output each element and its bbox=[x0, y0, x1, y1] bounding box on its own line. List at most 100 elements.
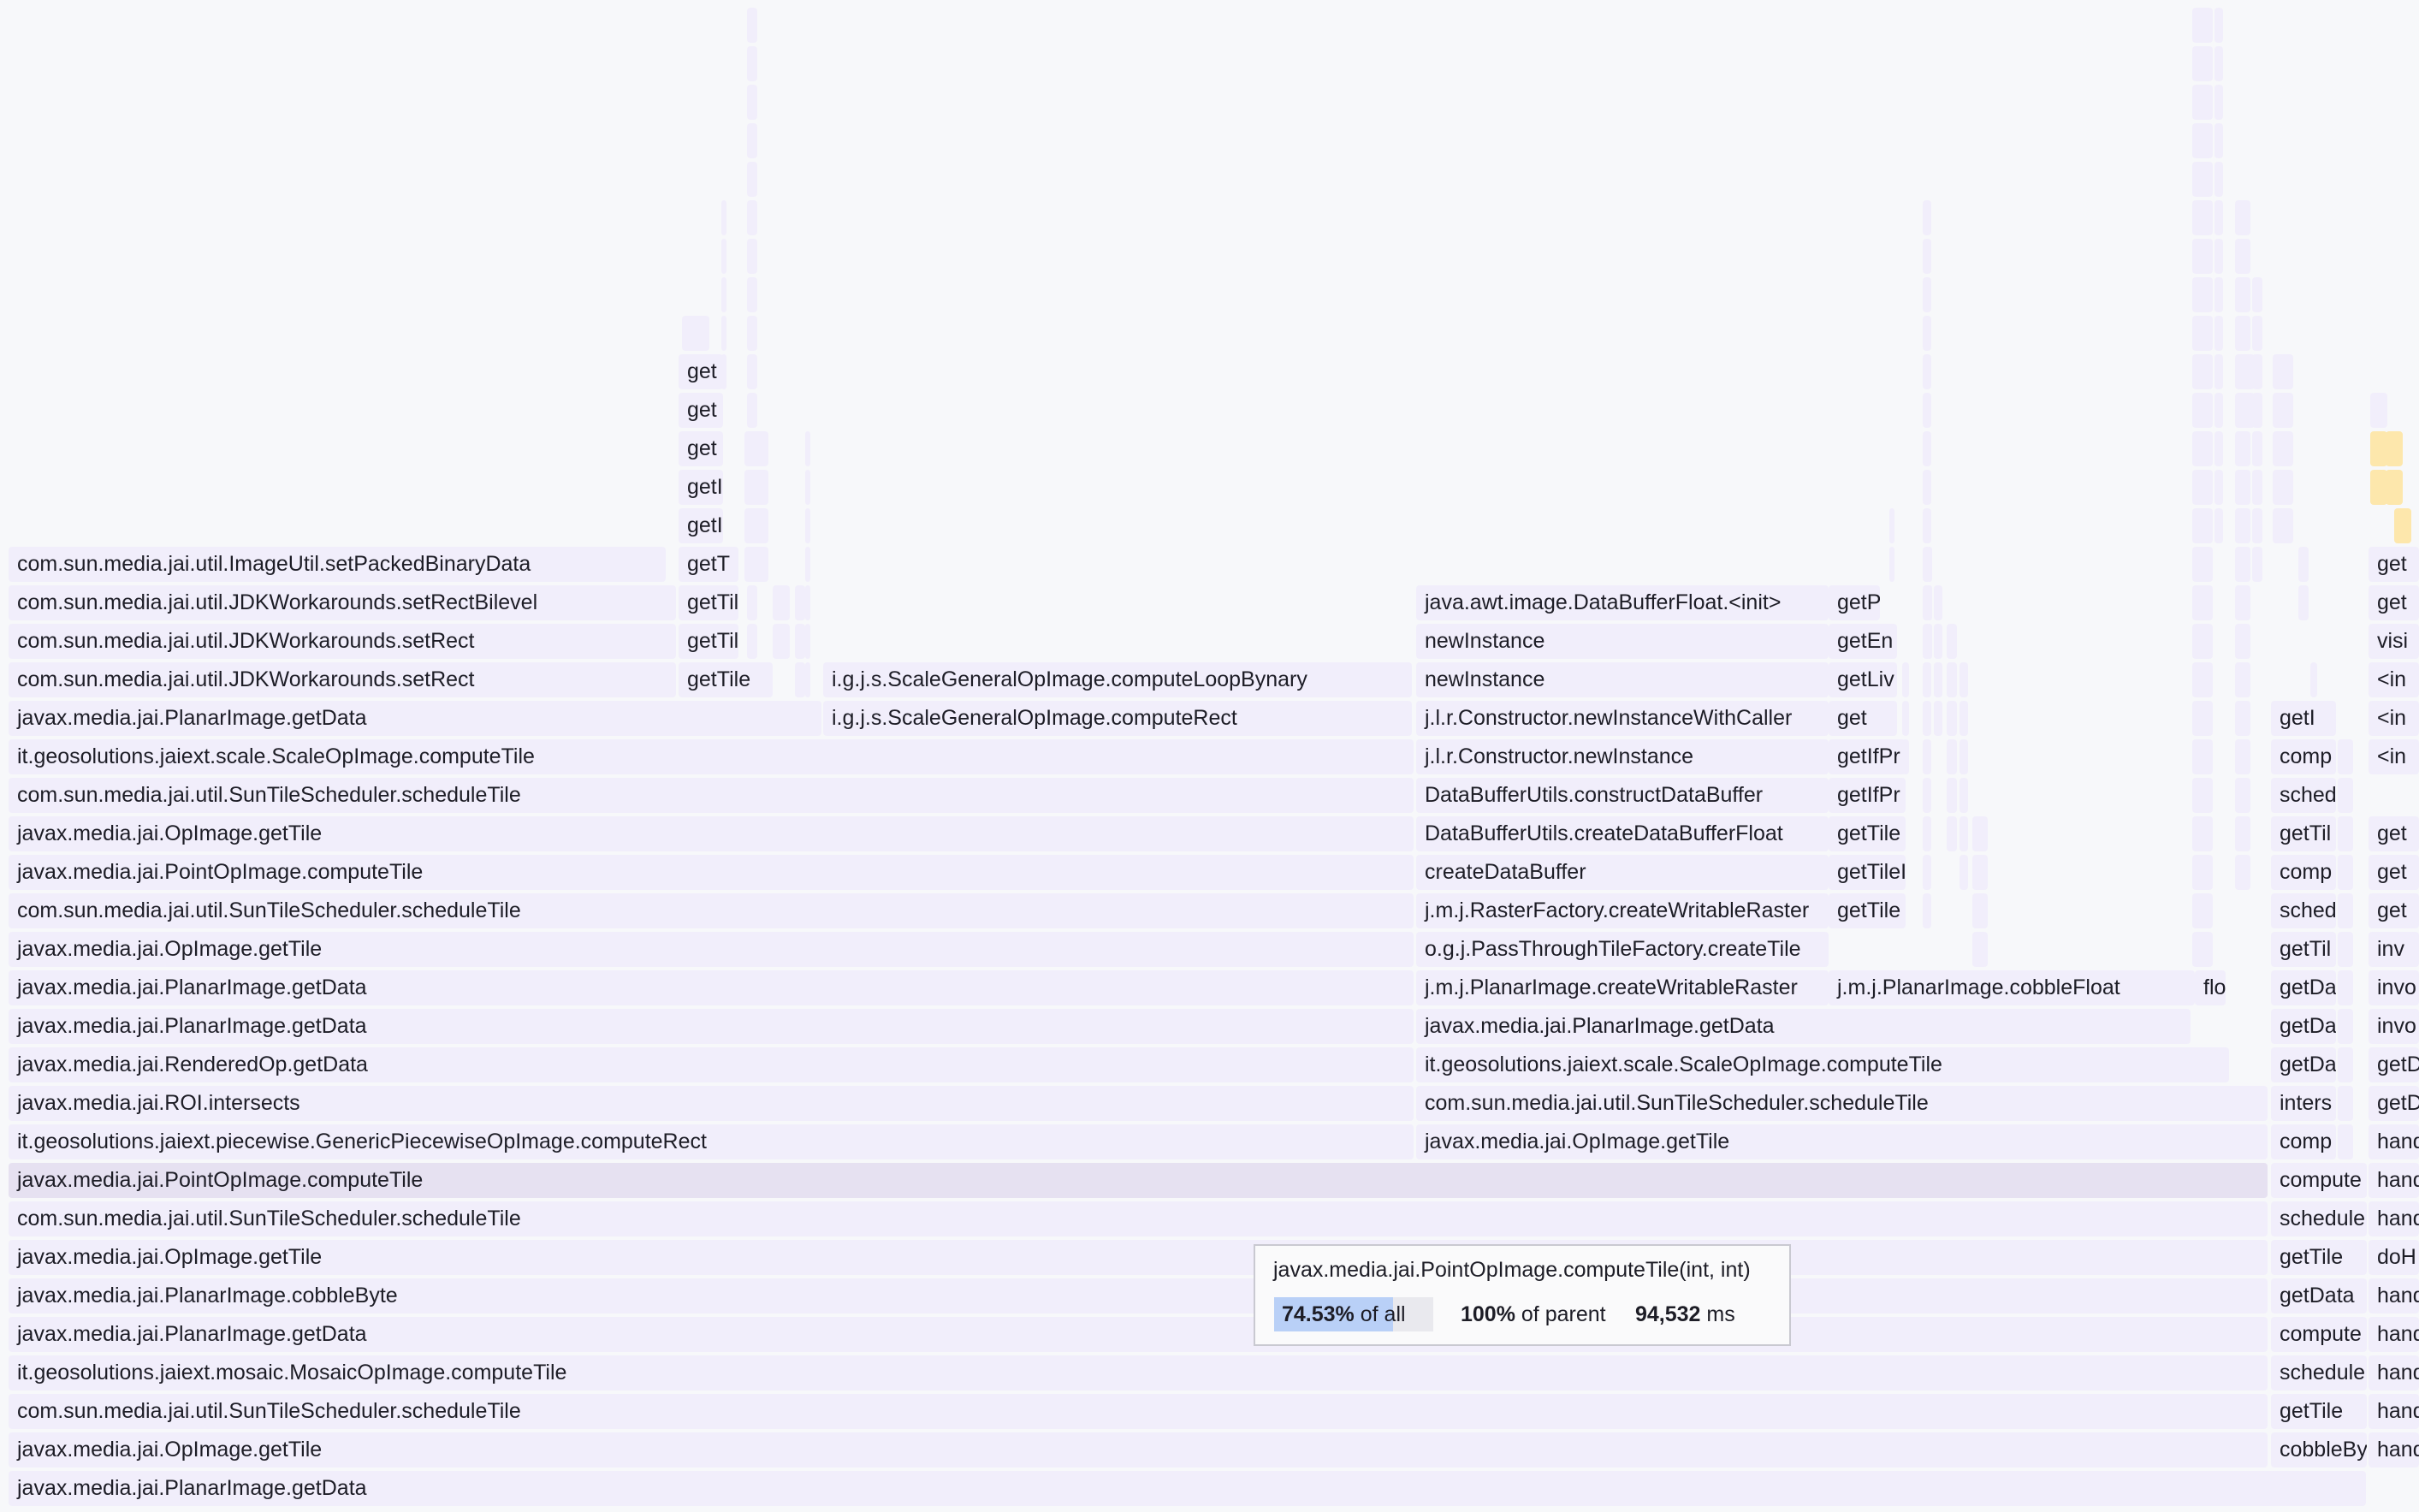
flame-frame[interactable] bbox=[2338, 739, 2353, 774]
flame-frame[interactable] bbox=[1889, 547, 1894, 582]
flame-frame[interactable] bbox=[2214, 393, 2223, 428]
flame-frame[interactable]: javax.media.jai.PlanarImage.getData bbox=[9, 970, 1414, 1005]
flame-frame[interactable]: newInstance bbox=[1416, 662, 1829, 697]
flame-frame[interactable]: visi bbox=[2369, 624, 2419, 659]
flame-frame[interactable] bbox=[2192, 893, 2213, 928]
flame-frame[interactable] bbox=[747, 354, 757, 389]
flame-frame[interactable]: get bbox=[2369, 585, 2419, 620]
flame-frame[interactable]: getIfPr bbox=[1829, 778, 1906, 813]
flame-frame[interactable]: compute bbox=[2271, 1163, 2367, 1198]
flame-frame[interactable]: com.sun.media.jai.util.SunTileScheduler.… bbox=[1416, 1086, 2268, 1121]
flame-frame[interactable] bbox=[744, 547, 768, 582]
flame-frame[interactable]: hand bbox=[2369, 1163, 2419, 1198]
flame-frame[interactable] bbox=[2235, 200, 2250, 235]
flame-frame[interactable] bbox=[2338, 970, 2353, 1005]
flame-frame[interactable]: javax.media.jai.PlanarImage.getData bbox=[9, 1471, 2366, 1506]
flame-frame[interactable] bbox=[1934, 624, 1942, 659]
flame-frame[interactable] bbox=[1960, 701, 1968, 736]
flame-frame[interactable] bbox=[2192, 778, 2213, 813]
flame-frame[interactable] bbox=[2214, 46, 2223, 81]
flame-frame[interactable] bbox=[2214, 162, 2223, 197]
flame-frame[interactable]: hand bbox=[2369, 1394, 2419, 1429]
flame-frame[interactable]: inters bbox=[2271, 1086, 2336, 1121]
flame-frame[interactable]: java.awt.image.DataBufferFloat.<init> bbox=[1416, 585, 1829, 620]
flame-frame[interactable] bbox=[2192, 508, 2213, 543]
flame-frame[interactable]: comp bbox=[2271, 1124, 2336, 1159]
flame-frame[interactable]: comp bbox=[2271, 855, 2336, 890]
flame-frame[interactable] bbox=[1927, 547, 1932, 582]
flame-frame[interactable] bbox=[805, 585, 810, 620]
flame-frame[interactable] bbox=[2214, 431, 2223, 466]
flame-frame[interactable] bbox=[1902, 701, 1909, 736]
flame-frame[interactable]: com.sun.media.jai.util.ImageUtil.setPack… bbox=[9, 547, 666, 582]
flame-frame[interactable] bbox=[747, 123, 757, 158]
flame-frame[interactable] bbox=[2252, 431, 2262, 466]
flame-frame[interactable] bbox=[1960, 778, 1968, 813]
flame-frame[interactable] bbox=[2192, 316, 2213, 351]
flame-frame[interactable] bbox=[1923, 816, 1931, 851]
flame-frame[interactable] bbox=[1947, 662, 1957, 697]
flame-frame[interactable]: com.sun.media.jai.util.JDKWorkarounds.se… bbox=[9, 624, 676, 659]
flame-frame[interactable]: sched bbox=[2271, 893, 2336, 928]
flame-frame[interactable] bbox=[2235, 701, 2250, 736]
flame-frame[interactable] bbox=[2235, 624, 2250, 659]
flame-frame[interactable] bbox=[805, 431, 810, 466]
flame-frame[interactable] bbox=[2192, 662, 2213, 697]
flame-frame[interactable] bbox=[2192, 855, 2213, 890]
flame-frame[interactable] bbox=[773, 624, 790, 659]
flame-frame[interactable] bbox=[2273, 470, 2293, 505]
flame-frame[interactable] bbox=[1960, 739, 1968, 774]
flame-frame[interactable]: floa bbox=[2195, 970, 2226, 1005]
flame-frame[interactable] bbox=[2235, 470, 2250, 505]
flame-frame[interactable] bbox=[721, 239, 726, 274]
flame-frame[interactable] bbox=[2192, 354, 2213, 389]
flame-frame[interactable]: sched bbox=[2271, 778, 2336, 813]
flame-frame[interactable] bbox=[1947, 624, 1957, 659]
flame-frame[interactable] bbox=[2192, 393, 2213, 428]
flame-frame[interactable] bbox=[1972, 893, 1988, 928]
flame-frame[interactable] bbox=[2338, 816, 2353, 851]
flame-frame[interactable]: j.m.j.PlanarImage.createWritableRaster bbox=[1416, 970, 1829, 1005]
flame-frame[interactable] bbox=[1923, 316, 1931, 351]
flame-frame[interactable] bbox=[1923, 277, 1931, 312]
flame-frame[interactable]: com.sun.media.jai.util.SunTileScheduler.… bbox=[9, 893, 1414, 928]
flame-frame[interactable] bbox=[805, 547, 810, 582]
flame-frame[interactable]: <in bbox=[2369, 739, 2419, 774]
flame-frame[interactable] bbox=[2192, 585, 2213, 620]
flame-frame[interactable]: javax.media.jai.PointOpImage.computeTile bbox=[9, 1163, 2268, 1198]
flame-frame[interactable] bbox=[2394, 508, 2411, 543]
flame-frame[interactable]: i.g.j.s.ScaleGeneralOpImage.computeRect bbox=[823, 701, 1412, 736]
flame-frame[interactable]: javax.media.jai.PlanarImage.getData bbox=[9, 701, 821, 736]
flame-frame[interactable]: get bbox=[679, 393, 723, 428]
flame-frame[interactable] bbox=[795, 662, 805, 697]
flame-frame[interactable] bbox=[2192, 200, 2213, 235]
flame-frame[interactable] bbox=[2252, 508, 2262, 543]
flame-frame[interactable] bbox=[805, 624, 810, 659]
flame-frame[interactable] bbox=[2192, 162, 2213, 197]
flame-frame[interactable] bbox=[1923, 431, 1931, 466]
flame-frame[interactable] bbox=[1947, 778, 1957, 813]
flame-frame[interactable] bbox=[747, 585, 757, 620]
flame-frame[interactable] bbox=[2235, 585, 2250, 620]
flame-frame[interactable]: getData bbox=[2271, 1278, 2367, 1313]
flame-frame[interactable] bbox=[2252, 316, 2262, 351]
flame-frame[interactable] bbox=[805, 508, 810, 543]
flame-frame[interactable] bbox=[2338, 1047, 2353, 1082]
flame-frame[interactable]: getI bbox=[2271, 701, 2336, 736]
flame-frame[interactable]: schedule bbox=[2271, 1355, 2367, 1390]
flame-frame[interactable]: doH bbox=[2369, 1240, 2419, 1275]
flame-frame[interactable]: invo bbox=[2369, 1009, 2419, 1044]
flame-frame[interactable] bbox=[1923, 239, 1931, 274]
flame-frame[interactable]: getDa bbox=[2271, 1047, 2336, 1082]
flame-frame[interactable]: invo bbox=[2369, 970, 2419, 1005]
flame-frame[interactable] bbox=[747, 277, 757, 312]
flame-frame[interactable]: j.l.r.Constructor.newInstance bbox=[1416, 739, 1829, 774]
flame-frame[interactable]: getTil bbox=[2271, 932, 2336, 967]
flame-frame[interactable]: <in bbox=[2369, 701, 2419, 736]
flame-frame[interactable]: getTile bbox=[679, 662, 773, 697]
flame-frame[interactable] bbox=[2298, 585, 2309, 620]
flame-frame[interactable]: javax.media.jai.PlanarImage.getData bbox=[9, 1317, 2268, 1352]
flame-frame[interactable] bbox=[2192, 701, 2213, 736]
flame-frame[interactable] bbox=[1923, 508, 1931, 543]
flame-frame[interactable]: hand bbox=[2369, 1432, 2419, 1468]
